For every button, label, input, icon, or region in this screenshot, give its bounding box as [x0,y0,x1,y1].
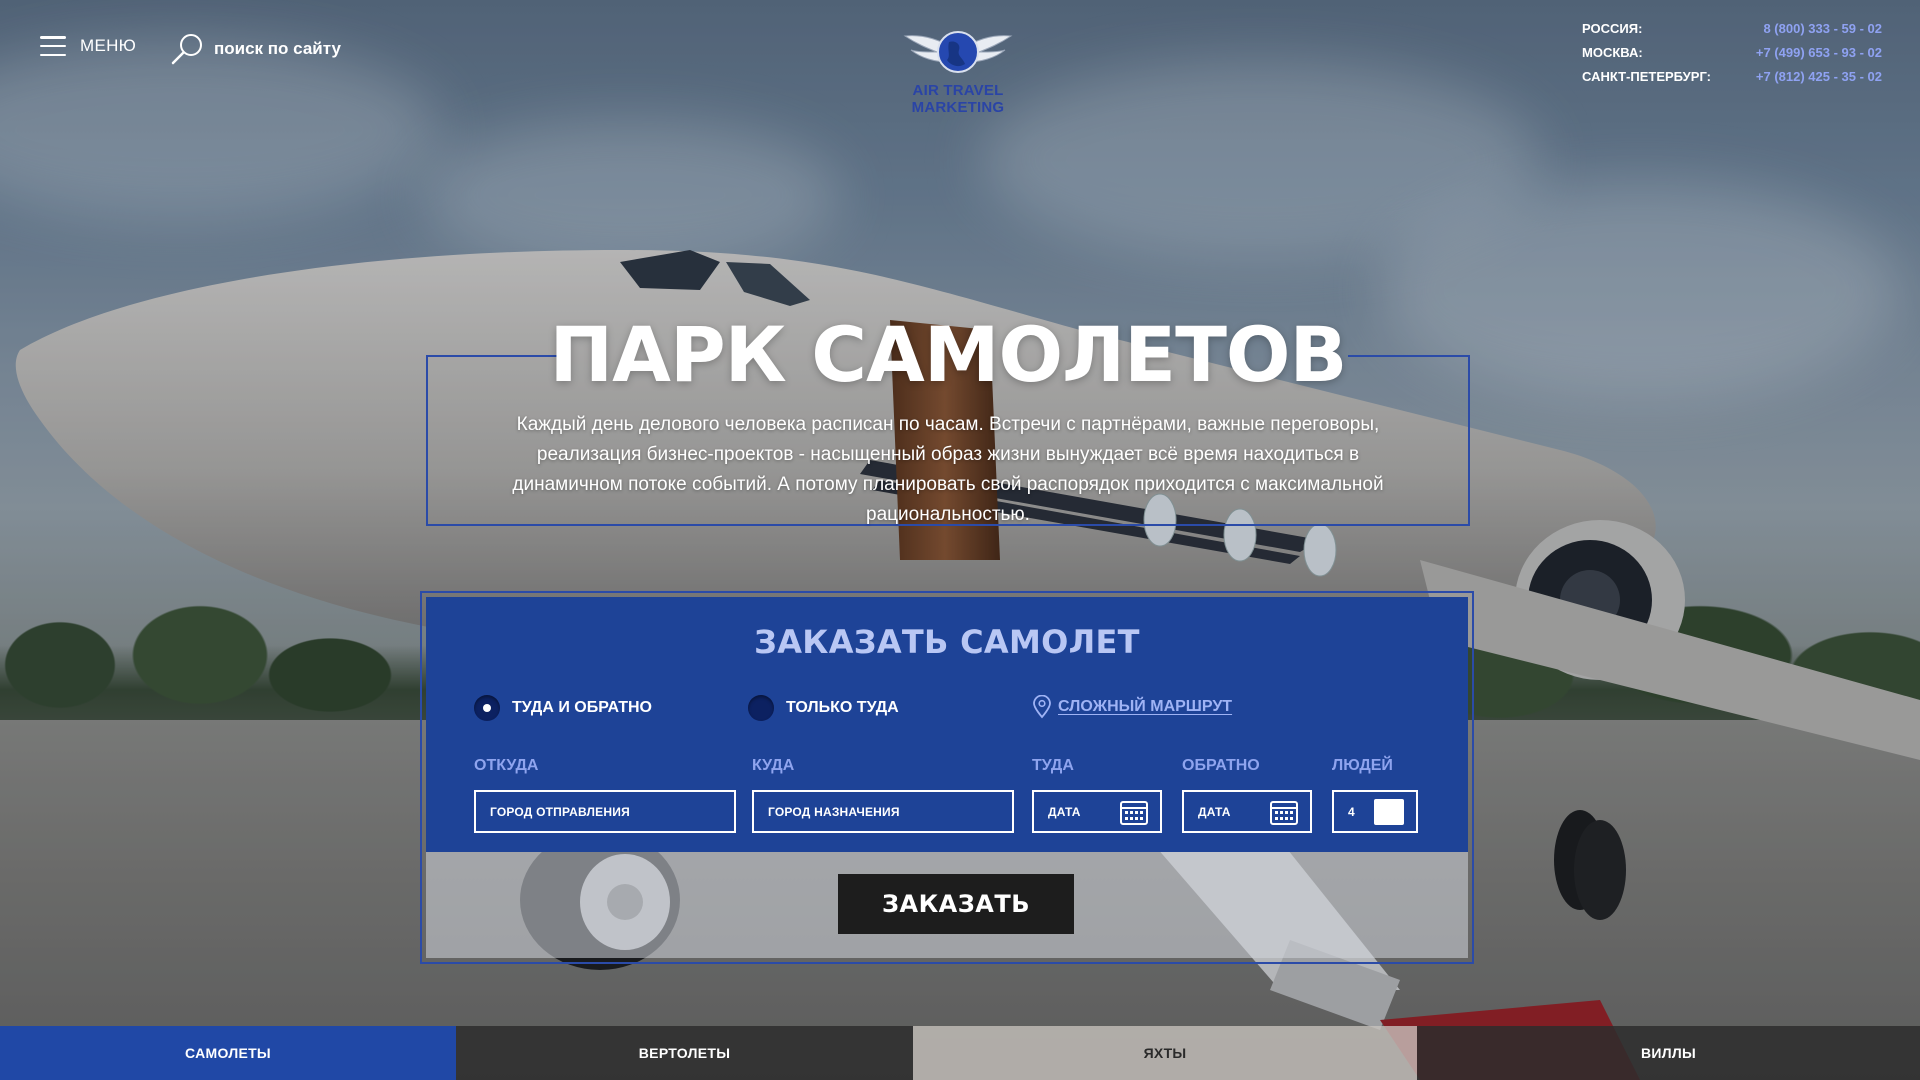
trip-type-label: ТОЛЬКО ТУДА [786,699,899,716]
trip-type-label: ТУДА И ОБРАТНО [512,699,652,716]
booking-form: ЗАКАЗАТЬ САМОЛЕТ ТУДА И ОБРАТНО ТОЛЬКО Т… [426,597,1468,852]
trip-type-oneway[interactable]: ТОЛЬКО ТУДА [748,695,899,721]
search-icon [171,34,202,65]
from-city-input[interactable]: ГОРОД ОТПРАВЛЕНИЯ [474,790,736,833]
to-label: КУДА [752,757,795,774]
hero-description: Каждый день делового человека расписан п… [512,414,1384,525]
menu-button[interactable]: МЕНЮ [40,36,136,56]
logo-globe-wings [903,31,1013,73]
depart-label: ТУДА [1032,757,1074,774]
complex-route-label: СЛОЖНЫЙ МАРШРУТ [1058,698,1233,715]
phone-number-link[interactable]: 8 (800) 333 - 59 - 02 [1763,17,1882,41]
return-date-input[interactable]: ДАТА [1182,790,1312,833]
logo-text: AIR TRAVEL MARKETING [911,82,1005,116]
return-date-placeholder: ДАТА [1198,804,1231,819]
page-title: ПАРК САМОЛЕТОВ [549,310,1348,399]
calendar-icon[interactable] [1270,799,1298,825]
people-count-input[interactable]: 4 [1332,790,1418,833]
trip-type-round[interactable]: ТУДА И ОБРАТНО [474,695,652,721]
radio-one-way[interactable] [748,695,774,721]
phone-row: САНКТ-ПЕТЕРБУРГ: +7 (812) 425 - 35 - 02 [1582,65,1882,89]
people-count-value: 4 [1348,804,1355,819]
radio-round-trip[interactable] [474,695,500,721]
to-city-placeholder: ГОРОД НАЗНАЧЕНИЯ [768,804,900,819]
phone-number-link[interactable]: +7 (499) 653 - 93 - 02 [1756,41,1882,65]
phone-city: МОСКВА: [1582,45,1643,60]
order-button[interactable]: ЗАКАЗАТЬ [838,874,1074,934]
booking-title: ЗАКАЗАТЬ САМОЛЕТ [754,623,1140,661]
tab-yachts[interactable]: ЯХТЫ [913,1026,1417,1080]
menu-label: МЕНЮ [80,36,137,55]
tab-airplanes[interactable]: САМОЛЕТЫ [0,1026,456,1080]
search-label: поиск по сайту [214,39,341,58]
menu-icon [40,36,66,56]
tab-helicopters[interactable]: ВЕРТОЛЕТЫ [456,1026,913,1080]
phone-row: МОСКВА: +7 (499) 653 - 93 - 02 [1582,41,1882,65]
from-city-placeholder: ГОРОД ОТПРАВЛЕНИЯ [490,804,630,819]
phone-city: РОССИЯ: [1582,21,1643,36]
depart-date-placeholder: ДАТА [1048,804,1081,819]
tab-villas[interactable]: ВИЛЛЫ [1417,1026,1920,1080]
phone-city: САНКТ-ПЕТЕРБУРГ: [1582,69,1711,84]
people-label: ЛЮДЕЙ [1332,757,1393,774]
site-search-button[interactable]: поиск по сайту [170,32,341,66]
phone-list: РОССИЯ: 8 (800) 333 - 59 - 02 МОСКВА: +7… [1582,17,1882,89]
calendar-icon[interactable] [1120,799,1148,825]
depart-date-input[interactable]: ДАТА [1032,790,1162,833]
category-tabs: САМОЛЕТЫ ВЕРТОЛЕТЫ ЯХТЫ ВИЛЛЫ [0,1026,1920,1080]
return-label: ОБРАТНО [1182,757,1260,774]
from-label: ОТКУДА [474,757,539,774]
location-pin-icon [1033,695,1051,719]
site-logo[interactable]: AIR TRAVEL MARKETING [874,22,1042,116]
complex-route-link[interactable]: СЛОЖНЫЙ МАРШРУТ [1032,695,1232,719]
to-city-input[interactable]: ГОРОД НАЗНАЧЕНИЯ [752,790,1014,833]
people-stepper[interactable] [1374,799,1404,825]
phone-row: РОССИЯ: 8 (800) 333 - 59 - 02 [1582,17,1882,41]
phone-number-link[interactable]: +7 (812) 425 - 35 - 02 [1756,65,1882,89]
